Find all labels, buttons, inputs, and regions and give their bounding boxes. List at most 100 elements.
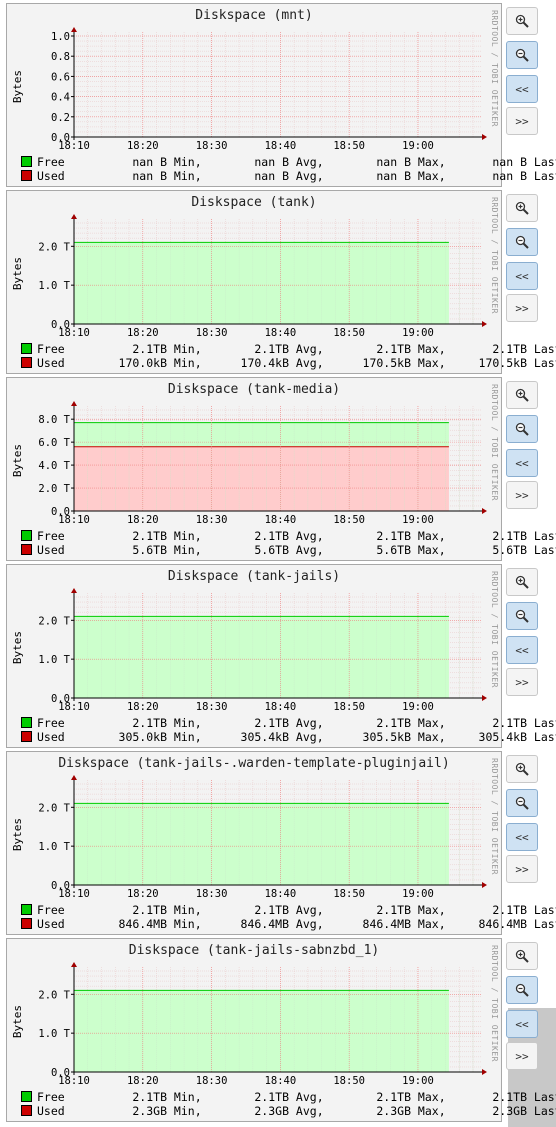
forward-button[interactable]: >> xyxy=(506,855,538,883)
legend-max-label: Max, xyxy=(411,342,446,356)
y-axis-arrow xyxy=(71,588,77,593)
x-tick-label: 18:30 xyxy=(196,140,228,152)
legend-avg-value: 305.4kB xyxy=(240,730,289,744)
back-button[interactable]: << xyxy=(506,636,538,664)
graph-plot: Bytes18:10 18:20 18:30 18:40 18:50 19:000.01.… xyxy=(11,962,487,1087)
forward-button[interactable]: >> xyxy=(506,107,538,135)
legend-max-value: 2.1TB xyxy=(376,1090,411,1104)
y-axis-arrow xyxy=(71,214,77,219)
graph-plot: Bytes18:10 18:20 18:30 18:40 18:50 19:000.02.… xyxy=(11,401,487,526)
zoom-in-icon xyxy=(515,388,529,402)
legend-max-value: 2.1TB xyxy=(376,529,411,543)
y-axis-arrow xyxy=(71,401,77,406)
zoom-in-button[interactable] xyxy=(506,942,538,970)
back-button[interactable]: << xyxy=(506,262,538,290)
legend-swatch xyxy=(21,170,32,181)
forward-button[interactable]: >> xyxy=(506,481,538,509)
zoom-in-button[interactable] xyxy=(506,194,538,222)
legend-name: Used xyxy=(37,543,65,557)
legend-max-value: 5.6TB xyxy=(376,543,411,557)
x-tick-label: 18:50 xyxy=(333,888,365,900)
forward-button[interactable]: >> xyxy=(506,1042,538,1070)
legend-last-label: Last xyxy=(533,169,556,183)
legend-last-label: Last xyxy=(533,903,556,917)
x-tick-label: 19:00 xyxy=(402,888,434,900)
back-button[interactable]: << xyxy=(506,1010,538,1038)
zoom-in-button[interactable] xyxy=(506,755,538,783)
legend-last-label: Last xyxy=(533,342,556,356)
legend-last-label: Last xyxy=(533,1104,556,1118)
forward-button-label: >> xyxy=(515,301,529,315)
legend-min-value: nan B xyxy=(132,155,167,169)
legend-name: Used xyxy=(37,917,65,931)
legend-min-label: Min, xyxy=(167,529,202,543)
legend-min-value: 5.6TB xyxy=(132,543,167,557)
zoom-out-button[interactable] xyxy=(506,602,538,630)
back-button[interactable]: << xyxy=(506,449,538,477)
forward-button-label: >> xyxy=(515,114,529,128)
legend-name: Used xyxy=(37,1104,65,1118)
y-axis-label: Bytes xyxy=(11,631,24,664)
legend-row: Free 2.1TB Min, 2.1TB Avg, 2.1TB Max, 2.1TB … xyxy=(21,529,556,543)
legend-max-value: 2.1TB xyxy=(376,342,411,356)
back-button[interactable]: << xyxy=(506,823,538,851)
legend-last-value: 170.5kB xyxy=(478,356,527,370)
legend-max-value: 2.1TB xyxy=(376,716,411,730)
legend-avg-label: Avg, xyxy=(289,169,324,183)
legend-last-label: Last xyxy=(533,543,556,557)
legend-min-label: Min, xyxy=(167,543,202,557)
y-tick-label: 0.0 xyxy=(51,506,70,518)
back-button[interactable]: << xyxy=(506,75,538,103)
x-tick-label: 18:40 xyxy=(265,888,297,900)
legend-max-label: Max, xyxy=(411,1104,446,1118)
zoom-in-icon xyxy=(515,14,529,28)
legend-avg-label: Avg, xyxy=(289,917,324,931)
zoom-out-button[interactable] xyxy=(506,976,538,1004)
legend-last-value: 2.1TB xyxy=(492,716,527,730)
legend-avg-label: Avg, xyxy=(289,543,324,557)
legend-max-value: 170.5kB xyxy=(362,356,411,370)
x-tick-label: 18:40 xyxy=(265,514,297,526)
legend-avg-value: 2.1TB xyxy=(254,716,289,730)
zoom-out-button[interactable] xyxy=(506,415,538,443)
legend-max-value: 846.4MB xyxy=(362,917,411,931)
legend-avg-label: Avg, xyxy=(289,716,324,730)
zoom-in-button[interactable] xyxy=(506,7,538,35)
zoom-out-icon xyxy=(515,796,529,810)
graph-plot: Bytes18:10 18:20 18:30 18:40 18:50 19:000.01.… xyxy=(11,775,487,900)
graph-panel: Diskspace (mnt) RRDTOOL / TOBI OETIKER Byt… xyxy=(6,3,556,187)
zoom-in-button[interactable] xyxy=(506,568,538,596)
legend-swatch xyxy=(21,918,32,929)
y-tick-label: 1.0 T xyxy=(38,841,70,853)
legend-max-label: Max, xyxy=(411,730,446,744)
legend-max-label: Max, xyxy=(411,716,446,730)
zoom-out-button[interactable] xyxy=(506,789,538,817)
legend-last-value: 2.1TB xyxy=(492,903,527,917)
forward-button[interactable]: >> xyxy=(506,294,538,322)
legend-min-label: Min, xyxy=(167,917,202,931)
legend-last-value: nan B xyxy=(492,155,527,169)
x-tick-label: 19:00 xyxy=(402,327,434,339)
free-area xyxy=(74,242,449,324)
y-tick-label: 2.0 T xyxy=(38,802,70,814)
legend-min-value: 2.1TB xyxy=(132,1090,167,1104)
zoom-out-button[interactable] xyxy=(506,41,538,69)
zoom-in-button[interactable] xyxy=(506,381,538,409)
legend-min-label: Min, xyxy=(167,1090,202,1104)
graph-panel: Diskspace (tank-media) RRDTOOL / TOBI OET… xyxy=(6,377,556,561)
x-tick-label: 18:30 xyxy=(196,514,228,526)
forward-button[interactable]: >> xyxy=(506,668,538,696)
y-tick-label: 1.0 T xyxy=(38,1028,70,1040)
x-axis-arrow xyxy=(482,1069,487,1075)
y-axis-arrow xyxy=(71,775,77,780)
legend-min-label: Min, xyxy=(167,716,202,730)
y-tick-label: 0.0 xyxy=(51,132,70,144)
legend-row: Free 2.1TB Min, 2.1TB Avg, 2.1TB Max, 2.1TB … xyxy=(21,342,556,356)
legend-max-label: Max, xyxy=(411,543,446,557)
legend-max-value: nan B xyxy=(376,155,411,169)
x-tick-label: 18:50 xyxy=(333,514,365,526)
zoom-out-button[interactable] xyxy=(506,228,538,256)
y-tick-label: 0.6 xyxy=(51,71,70,83)
legend-row: Free 2.1TB Min, 2.1TB Avg, 2.1TB Max, 2.1TB … xyxy=(21,1090,556,1104)
zoom-out-icon xyxy=(515,48,529,62)
